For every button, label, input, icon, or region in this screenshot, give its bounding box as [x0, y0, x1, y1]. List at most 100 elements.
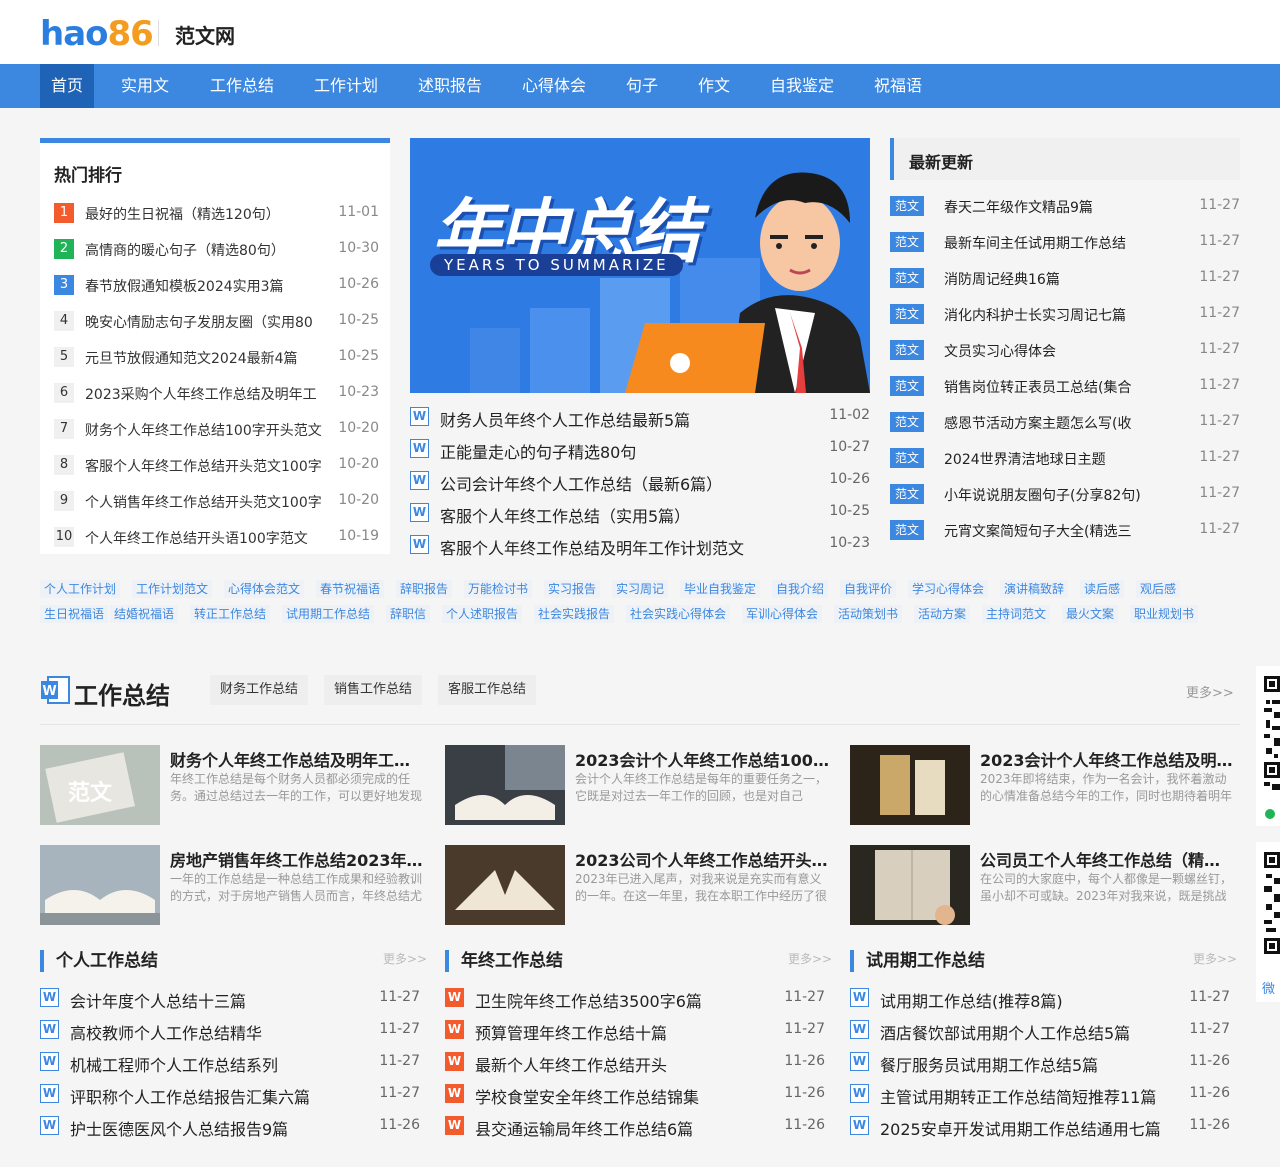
- keyword-link[interactable]: 毕业自我鉴定: [680, 580, 761, 598]
- list-item-title[interactable]: 护士医德医风个人总结报告9篇: [70, 1116, 288, 1140]
- list-item[interactable]: W 试用期工作总结(推荐8篇) 11-27: [850, 986, 1230, 1012]
- card-title[interactable]: 2023会计个人年终工作总结及明年计划: [980, 747, 1235, 771]
- hot-item[interactable]: 2 高情商的暖心句子（精选80句） 10-30: [54, 237, 379, 259]
- list-item-title[interactable]: 学校食堂安全年终工作总结锦集: [475, 1084, 699, 1108]
- list-item[interactable]: W 最新个人年终工作总结开头 11-26: [445, 1050, 825, 1075]
- featured-item[interactable]: W 正能量走心的句子精选80句 10-27: [410, 437, 870, 462]
- list-more-link[interactable]: 更多>>: [383, 950, 427, 967]
- card-title[interactable]: 财务个人年终工作总结及明年工作计划范文: [170, 747, 425, 771]
- list-item-title[interactable]: 试用期工作总结(推荐8篇): [880, 988, 1063, 1012]
- category-tag[interactable]: 范文: [890, 448, 924, 468]
- card-thumbnail[interactable]: [850, 745, 970, 825]
- tab-finance[interactable]: 财务工作总结: [210, 675, 309, 705]
- update-item[interactable]: 范文 春天二年级作文精品9篇 11-27: [890, 194, 1240, 218]
- keyword-link[interactable]: 主持词范文: [982, 605, 1051, 623]
- card-thumbnail[interactable]: [445, 845, 565, 925]
- keyword-link[interactable]: 转正工作总结: [190, 605, 271, 623]
- keyword-link[interactable]: 学习心得体会: [908, 580, 989, 598]
- hot-item-title[interactable]: 个人销售年终工作总结开头范文100字: [85, 492, 325, 512]
- tab-sales[interactable]: 销售工作总结: [324, 675, 423, 705]
- list-item-title[interactable]: 高校教师个人工作总结精华: [70, 1020, 262, 1044]
- list-item-title[interactable]: 会计年度个人总结十三篇: [70, 988, 246, 1012]
- hot-item-title[interactable]: 个人年终工作总结开头语100字范文: [85, 528, 325, 548]
- section-more-link[interactable]: 更多>>: [1186, 682, 1234, 701]
- category-tag[interactable]: 范文: [890, 340, 924, 360]
- keyword-link[interactable]: 活动方案: [914, 605, 971, 623]
- hero-banner[interactable]: 年中总结 YEARS TO SUMMARIZE: [410, 138, 870, 393]
- card-title[interactable]: 2023公司个人年终工作总结开头范文: [575, 847, 830, 871]
- category-tag[interactable]: 范文: [890, 304, 924, 324]
- nav-item-report[interactable]: 述职报告: [407, 64, 493, 108]
- hot-item-title[interactable]: 最好的生日祝福（精选120句）: [85, 204, 325, 224]
- nav-item-experience[interactable]: 心得体会: [511, 64, 597, 108]
- keyword-link[interactable]: 生日祝福语: [40, 605, 109, 623]
- keyword-link[interactable]: 自我介绍: [772, 580, 829, 598]
- list-more-link[interactable]: 更多>>: [1193, 950, 1237, 967]
- keyword-link[interactable]: 万能检讨书: [464, 580, 533, 598]
- update-item-title[interactable]: 春天二年级作文精品9篇: [944, 197, 1093, 217]
- list-item[interactable]: W 预算管理年终工作总结十篇 11-27: [445, 1018, 825, 1043]
- article-card[interactable]: 房地产销售年终工作总结2023年范文 一年的工作总结是一种总结工作成果和经验教训…: [40, 845, 430, 925]
- update-item[interactable]: 范文 消防周记经典16篇 11-27: [890, 266, 1240, 290]
- list-item[interactable]: W 评职称个人工作总结报告汇集六篇 11-27: [40, 1082, 420, 1107]
- hot-item-title[interactable]: 客服个人年终工作总结开头范文100字: [85, 456, 325, 476]
- nav-item-sentences[interactable]: 句子: [615, 64, 669, 108]
- list-item[interactable]: W 主管试用期转正工作总结简短推荐11篇 11-26: [850, 1082, 1230, 1107]
- card-title[interactable]: 公司员工个人年终工作总结（精选篇）: [980, 847, 1235, 871]
- tab-service[interactable]: 客服工作总结: [438, 675, 537, 705]
- hot-item[interactable]: 1 最好的生日祝福（精选120句） 11-01: [54, 201, 379, 223]
- category-tag[interactable]: 范文: [890, 268, 924, 288]
- keyword-link[interactable]: 演讲稿致辞: [1000, 580, 1069, 598]
- keyword-link[interactable]: 最火文案: [1062, 605, 1119, 623]
- hot-item-title[interactable]: 2023采购个人年终工作总结及明年工: [85, 384, 325, 404]
- keyword-link[interactable]: 实习周记: [612, 580, 669, 598]
- keyword-link[interactable]: 自我评价: [840, 580, 897, 598]
- hot-item[interactable]: 3 春节放假通知模板2024实用3篇 10-26: [54, 273, 379, 295]
- update-item-title[interactable]: 消防周记经典16篇: [944, 269, 1060, 289]
- nav-item-work-summary[interactable]: 工作总结: [199, 64, 285, 108]
- card-thumbnail[interactable]: [850, 845, 970, 925]
- category-tag[interactable]: 范文: [890, 232, 924, 252]
- site-name[interactable]: 范文网: [175, 20, 235, 49]
- update-item[interactable]: 范文 元宵文案简短句子大全(精选三 11-27: [890, 518, 1240, 542]
- list-more-link[interactable]: 更多>>: [788, 950, 832, 967]
- list-item[interactable]: W 会计年度个人总结十三篇 11-27: [40, 986, 420, 1012]
- keyword-link[interactable]: 社会实践报告: [534, 605, 615, 623]
- featured-item[interactable]: W 客服个人年终工作总结及明年工作计划范文 10-23: [410, 533, 870, 559]
- featured-item[interactable]: W 公司会计年终个人工作总结（最新6篇） 10-26: [410, 469, 870, 495]
- featured-item-title[interactable]: 客服个人年终工作总结及明年工作计划范文: [440, 535, 744, 559]
- card-title[interactable]: 2023会计个人年终工作总结100字开头: [575, 747, 830, 771]
- nav-item-essay[interactable]: 作文: [687, 64, 741, 108]
- list-item[interactable]: W 高校教师个人工作总结精华 11-27: [40, 1018, 420, 1044]
- update-item[interactable]: 范文 感恩节活动方案主题怎么写(收 11-27: [890, 410, 1240, 434]
- nav-item-home[interactable]: 首页: [40, 64, 95, 108]
- update-item-title[interactable]: 最新车间主任试用期工作总结: [944, 233, 1126, 253]
- list-item-title[interactable]: 2025安卓开发试用期工作总结通用七篇: [880, 1116, 1161, 1140]
- keyword-link[interactable]: 社会实践心得体会: [626, 605, 731, 623]
- list-item[interactable]: W 学校食堂安全年终工作总结锦集 11-26: [445, 1082, 825, 1108]
- card-title[interactable]: 房地产销售年终工作总结2023年范文: [170, 847, 425, 871]
- keyword-link[interactable]: 观后感: [1136, 580, 1181, 598]
- hot-item-title[interactable]: 晚安心情励志句子发朋友圈（实用80: [85, 312, 325, 332]
- keyword-link[interactable]: 辞职报告: [396, 580, 453, 598]
- hot-item[interactable]: 6 2023采购个人年终工作总结及明年工 10-23: [54, 381, 379, 403]
- featured-item-title[interactable]: 公司会计年终个人工作总结（最新6篇）: [440, 471, 722, 495]
- list-item-title[interactable]: 机械工程师个人工作总结系列: [70, 1052, 278, 1076]
- card-thumbnail[interactable]: [445, 745, 565, 825]
- featured-item-title[interactable]: 财务人员年终个人工作总结最新5篇: [440, 407, 690, 431]
- keyword-link[interactable]: 活动策划书: [834, 605, 903, 623]
- keyword-link[interactable]: 春节祝福语: [316, 580, 385, 598]
- article-card[interactable]: 2023公司个人年终工作总结开头范文 2023年已进入尾声，对我来说是充实而有意…: [445, 845, 835, 925]
- card-thumbnail[interactable]: 范文: [40, 745, 160, 825]
- category-tag[interactable]: 范文: [890, 484, 924, 504]
- nav-item-wishes[interactable]: 祝福语: [863, 64, 933, 108]
- list-item-title[interactable]: 餐厅服务员试用期工作总结5篇: [880, 1052, 1098, 1076]
- hot-item-title[interactable]: 财务个人年终工作总结100字开头范文: [85, 420, 325, 440]
- list-item-title[interactable]: 县交通运输局年终工作总结6篇: [475, 1116, 693, 1140]
- update-item[interactable]: 范文 文员实习心得体会 11-27: [890, 338, 1240, 362]
- update-item[interactable]: 范文 消化内科护士长实习周记七篇 11-27: [890, 302, 1240, 326]
- nav-item-work-plan[interactable]: 工作计划: [303, 64, 389, 108]
- update-item-title[interactable]: 消化内科护士长实习周记七篇: [944, 305, 1126, 325]
- keyword-link[interactable]: 心得体会范文: [224, 580, 305, 598]
- list-item[interactable]: W 卫生院年终工作总结3500字6篇 11-27: [445, 986, 825, 1011]
